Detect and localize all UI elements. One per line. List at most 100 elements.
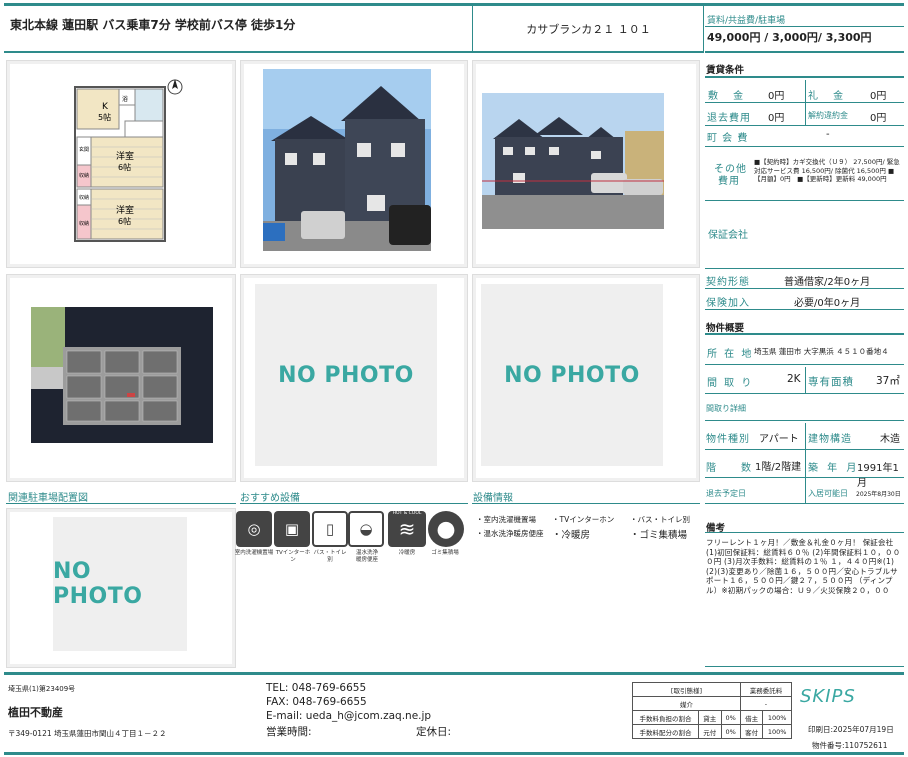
fee-table-cell: 客付 — [739, 724, 764, 739]
facility-item: ・バス・トイレ別 — [630, 515, 690, 524]
svg-text:洋室: 洋室 — [116, 150, 134, 162]
fee-table-type: 媒介 — [632, 696, 741, 711]
type-value: アパート — [759, 434, 799, 445]
taikyo-value: 0円 — [768, 113, 785, 124]
bath-toilet-icon: ▯ — [312, 511, 348, 547]
facilities-section-title: 設備情報 — [473, 493, 513, 504]
eq-label-intercom: TVインターホン — [275, 550, 311, 563]
no-photo-placeholder: NO PHOTO — [481, 284, 663, 466]
company-name: 植田不動産 — [8, 706, 63, 719]
built-value: 1991年1月 — [857, 463, 899, 489]
chokai-label: 町 会 費 — [707, 133, 749, 144]
skips-logo: SKIPS — [800, 686, 856, 707]
fee-table-cell: 0% — [720, 710, 741, 725]
building-name: カサブランカ２１ １０１ — [526, 23, 651, 36]
floor-value: 1階/2階建 — [755, 462, 802, 473]
print-date: 印刷日:2025年07月19日 — [808, 725, 894, 734]
photo-slot-6[interactable]: NO PHOTO — [472, 274, 700, 482]
layout-value: 2K — [787, 373, 801, 385]
structure-value: 木造 — [880, 434, 900, 445]
layout-detail-label: 間取り詳細 — [706, 404, 746, 413]
facility-item: ・ゴミ集積場 — [630, 530, 688, 541]
chokai-value: - — [826, 129, 830, 140]
fee-label: 賃料/共益費/駐車場 — [707, 16, 786, 26]
facility-item: ・TVインターホン — [552, 515, 615, 524]
exterior-photo-2[interactable] — [472, 60, 700, 268]
fee-table-cell: 元付 — [698, 724, 722, 739]
license-no: 埼玉県(1)第23409号 — [8, 685, 76, 693]
facility-item: ・温水洗浄暖房便座 — [476, 529, 544, 538]
eq-label-aircon: 冷暖房 — [398, 550, 416, 556]
svg-text:収納: 収納 — [79, 172, 89, 179]
eq-label-bath: バス・トイレ別 — [313, 550, 347, 563]
fee-table-cell: 100% — [762, 724, 792, 739]
built-label: 築 年 月 — [808, 463, 860, 474]
floorplan-drawing: K 5帖 浴 洋室 6帖 洋室 6帖 玄関 収納 収納 収納 — [74, 79, 183, 242]
floor-label-2: 数 — [741, 463, 751, 474]
fee-table-type-value: - — [739, 696, 793, 711]
company-address: 〒349-0121 埼玉県蓮田市閏山４丁目１－２２ — [8, 729, 167, 738]
fee-table-burden-label: 手数料負担の割合 — [631, 710, 700, 725]
fee-table-allocation-label: 手数料配分の割合 — [631, 724, 700, 739]
fee-table-header-2: 業務委託料 — [739, 682, 793, 697]
company-tel[interactable]: TEL: 048-769-6655 — [266, 682, 366, 694]
svg-text:浴: 浴 — [122, 95, 128, 103]
vacate-label: 退去予定日 — [706, 489, 746, 498]
property-number: 物件番号:110752611 — [812, 741, 888, 750]
guarantee-label: 保証会社 — [708, 230, 748, 241]
eq-label-washer: 室内洗濯機置場 — [234, 550, 274, 556]
svg-text:6帖: 6帖 — [118, 216, 131, 226]
parking-section-title: 関連駐車場配置図 — [8, 493, 88, 504]
fee-table-header-1: [取引態様] — [632, 682, 741, 697]
conditions-title: 賃貸条件 — [706, 65, 745, 76]
svg-text:洋室: 洋室 — [116, 204, 134, 216]
shikikin-label: 敷 金 — [708, 91, 750, 102]
fee-value: 49,000円 / 3,000円/ 3,300円 — [707, 31, 872, 44]
no-photo-placeholder: NO PHOTO — [53, 517, 187, 651]
movein-value: 2025年8月30日 — [856, 491, 901, 498]
intercom-icon: ▣ — [274, 511, 310, 547]
floor-label: 階 — [706, 463, 716, 474]
washlet-icon: ◒ — [348, 511, 384, 547]
header-building-cell: カサブランカ２１ １０１ — [473, 6, 704, 52]
other-fees-text: ■【契約時】カギ交換代（Ｕ９） 27,500円/ 緊急対応サービス費 16,50… — [754, 158, 900, 183]
reikin-label: 礼 金 — [808, 91, 850, 102]
facility-item: ・室内洗濯機置場 — [476, 515, 536, 524]
north-arrow-icon — [167, 79, 183, 95]
fee-table-cell: 貸主 — [698, 710, 722, 725]
company-fax: FAX: 048-769-6655 — [266, 696, 367, 708]
holiday: 定休日: — [416, 726, 452, 738]
floorplan-photo[interactable]: K 5帖 浴 洋室 6帖 洋室 6帖 玄関 収納 収納 収納 — [6, 60, 236, 268]
overview-title: 物件概要 — [706, 323, 745, 334]
taikyo-label: 退去費用 — [707, 113, 751, 124]
fee-table-cell: 100% — [762, 710, 792, 725]
washer-icon: ◎ — [236, 511, 272, 547]
exterior-photo-2-image — [482, 93, 664, 229]
header-access-cell: 東北本線 蓮田駅 バス乗車7分 学校前バス停 徒歩1分 — [4, 6, 473, 52]
company-email[interactable]: E-mail: ueda_h@jcom.zaq.ne.jp — [266, 710, 431, 722]
reikin-value: 0円 — [870, 91, 887, 102]
parking-map[interactable]: NO PHOTO — [6, 508, 236, 668]
mailbox-photo[interactable] — [6, 274, 236, 482]
exterior-photo-1-image — [263, 69, 431, 251]
svg-text:5帖: 5帖 — [98, 112, 111, 122]
business-hours: 営業時間: — [266, 726, 312, 738]
address-label: 所 在 地 — [707, 349, 754, 360]
area-value: 37㎡ — [876, 375, 900, 387]
svg-text:6帖: 6帖 — [118, 162, 131, 172]
photo-slot-5[interactable]: NO PHOTO — [240, 274, 468, 482]
fee-table-cell: 借主 — [739, 710, 764, 725]
structure-label: 建物構造 — [808, 434, 852, 445]
eq-label-garbage: ゴミ集積場 — [431, 550, 459, 556]
insurance-value: 必要/0年0ヶ月 — [794, 298, 861, 309]
svg-text:玄関: 玄関 — [79, 146, 89, 153]
fee-table: [取引態様] 業務委託料 媒介 - 手数料負担の割合 貸主 0% 借主 100%… — [631, 682, 793, 739]
contract-label: 契約形態 — [706, 277, 750, 288]
mailbox-photo-image — [31, 307, 213, 443]
address-value: 埼玉県 蓮田市 大字黒浜 ４５１０番地４ — [754, 347, 889, 356]
exterior-photo-1[interactable] — [240, 60, 468, 268]
other-fees-label-2: 費用 — [718, 176, 740, 187]
svg-text:収納: 収納 — [79, 194, 89, 201]
layout-label: 間 取 り — [707, 378, 754, 389]
shikikin-value: 0円 — [768, 91, 785, 102]
